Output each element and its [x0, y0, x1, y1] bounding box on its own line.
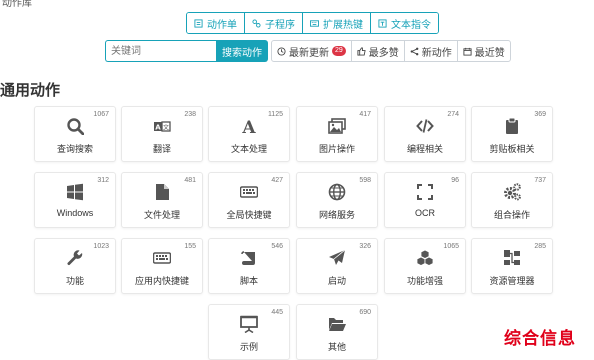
tab-action-list[interactable]: 动作单: [187, 13, 245, 33]
sort-filters: 最新更新 29 最多赞 新动作 最近赞: [271, 40, 511, 62]
filter-recently-liked[interactable]: 最近赞: [458, 41, 510, 61]
translate-icon: A文: [122, 116, 202, 136]
category-card[interactable]: 1067 查询搜索: [34, 106, 116, 162]
presentation-icon: [209, 314, 289, 334]
category-label: 功能增强: [406, 276, 443, 286]
category-label: 剪贴板相关: [489, 144, 535, 154]
search-icon: [35, 116, 115, 136]
svg-text:A: A: [155, 124, 161, 132]
category-card[interactable]: 546 脚本: [208, 238, 290, 294]
category-card[interactable]: 445 示例: [208, 304, 290, 360]
filter-label: 最近赞: [474, 47, 505, 59]
thumbs-up-icon: [357, 46, 366, 56]
calendar-icon: [463, 47, 472, 56]
category-label: Windows: [56, 208, 94, 218]
share-icon: [410, 47, 419, 55]
filter-latest-update[interactable]: 最新更新 29: [272, 41, 352, 61]
svg-text:文: 文: [163, 124, 169, 132]
search-button[interactable]: 搜索动作: [216, 40, 268, 62]
search-row: 搜索动作 最新更新 29 最多赞 新动作 最近赞: [105, 40, 511, 62]
keyboard-icon: [209, 182, 289, 202]
code-icon: [385, 116, 465, 136]
scan-icon: [385, 182, 465, 202]
history-icon: [277, 46, 286, 56]
svg-text:A: A: [241, 118, 256, 135]
category-card[interactable]: 737 组合操作: [471, 172, 553, 228]
filter-new-actions[interactable]: 新动作: [405, 41, 458, 61]
category-label: 应用内快捷键: [134, 276, 189, 286]
filter-label: 最新更新: [289, 47, 329, 59]
images-icon: [297, 116, 377, 136]
tab-bar: 动作单 子程序 扩展热键 文本指令: [186, 12, 439, 34]
category-label: 编程相关: [406, 144, 443, 154]
subroutine-icon: [252, 18, 261, 28]
category-label: 其他: [327, 342, 346, 352]
filter-label: 新动作: [421, 47, 452, 59]
globe-icon: [297, 182, 377, 202]
scroll-icon: [209, 248, 289, 268]
tab-label: 动作单: [207, 19, 237, 31]
category-label: 资源管理器: [489, 276, 535, 286]
paper-plane-icon: [297, 248, 377, 268]
filter-most-liked[interactable]: 最多赞: [352, 41, 405, 61]
section-title: 通用动作: [0, 82, 61, 99]
category-card[interactable]: 274 编程相关: [384, 106, 466, 162]
category-label: OCR: [415, 208, 435, 218]
category-card[interactable]: 285 资源管理器: [471, 238, 553, 294]
search-input[interactable]: [105, 40, 216, 62]
category-label: 示例: [239, 342, 258, 352]
folder-open-icon: [297, 314, 377, 334]
category-label: 文本处理: [230, 144, 267, 154]
category-label: 翻译: [152, 144, 171, 154]
windows-icon: [35, 182, 115, 202]
file-icon: [122, 182, 202, 202]
category-card[interactable]: 481 文件处理: [121, 172, 203, 228]
category-label: 文件处理: [143, 210, 180, 220]
category-label: 查询搜索: [56, 144, 93, 154]
category-label: 功能: [65, 276, 84, 286]
category-label: 启动: [327, 276, 346, 286]
category-card[interactable]: 598 网络服务: [296, 172, 378, 228]
category-card[interactable]: 1065 功能增强: [384, 238, 466, 294]
tab-hotkeys[interactable]: 扩展热键: [303, 13, 371, 33]
tab-label: 子程序: [265, 19, 295, 31]
category-card[interactable]: 690 其他: [296, 304, 378, 360]
category-card[interactable]: 155 应用内快捷键: [121, 238, 203, 294]
tab-label: 扩展热键: [323, 19, 363, 31]
watermark-logo: 综合信息: [504, 329, 576, 348]
filter-label: 最多赞: [368, 47, 399, 59]
tab-text-command[interactable]: 文本指令: [371, 13, 438, 33]
category-card[interactable]: 1125 A 文本处理: [208, 106, 290, 162]
update-count-badge: 29: [332, 46, 346, 56]
category-card[interactable]: 238 A 文翻译: [121, 106, 203, 162]
cubes-icon: [385, 248, 465, 268]
category-card[interactable]: 369 剪贴板相关: [471, 106, 553, 162]
category-label: 脚本: [239, 276, 258, 286]
tab-label: 文本指令: [391, 19, 431, 31]
list-icon: [194, 18, 203, 28]
category-label: 网络服务: [318, 210, 355, 220]
category-card[interactable]: 326 启动: [296, 238, 378, 294]
keyboard-icon: [122, 248, 202, 268]
wrench-icon: [35, 248, 115, 268]
category-card[interactable]: 96 OCR: [384, 172, 466, 228]
category-card[interactable]: 417 图片操作: [296, 106, 378, 162]
gears-icon: [472, 182, 552, 202]
sitemap-icon: [472, 248, 552, 268]
category-label: 图片操作: [318, 144, 355, 154]
category-card[interactable]: 312 Windows: [34, 172, 116, 228]
font-icon: A: [209, 116, 289, 136]
category-card[interactable]: 427 全局快捷键: [208, 172, 290, 228]
category-label: 全局快捷键: [226, 210, 272, 220]
tab-subroutine[interactable]: 子程序: [245, 13, 303, 33]
category-card[interactable]: 1023 功能: [34, 238, 116, 294]
keyboard-icon: [310, 19, 319, 27]
clipboard-icon: [472, 116, 552, 136]
breadcrumb: 动作库: [2, 0, 32, 9]
text-command-icon: [378, 18, 387, 28]
category-label: 组合操作: [493, 210, 530, 220]
